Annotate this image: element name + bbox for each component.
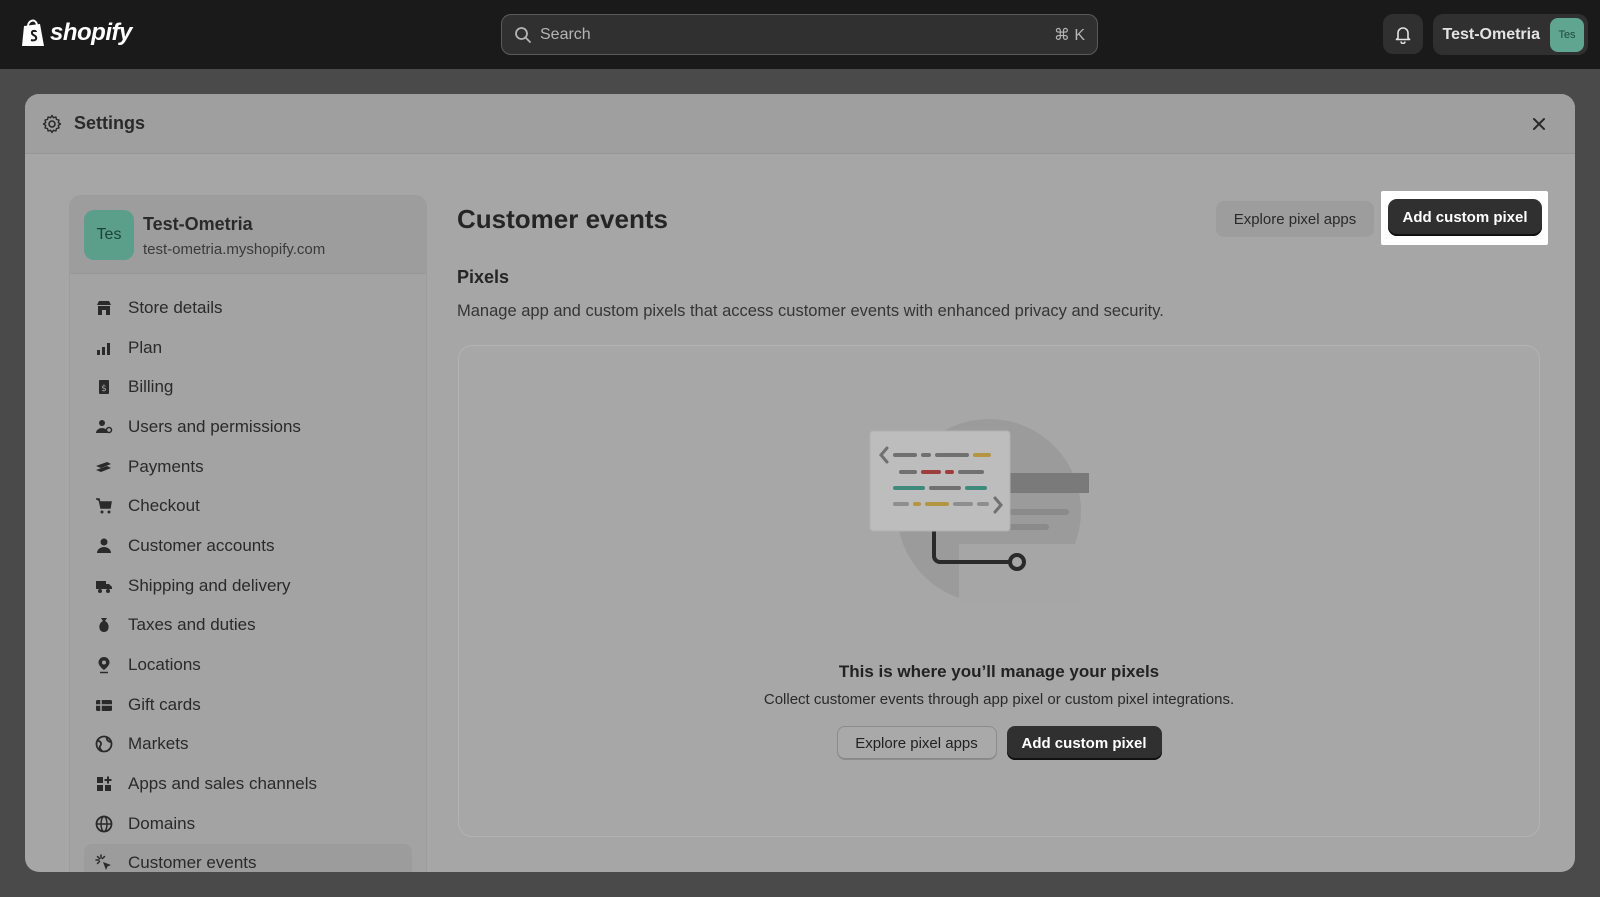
sidebar-item-label: Gift cards — [128, 694, 201, 714]
sidebar-item-label: Locations — [128, 655, 201, 675]
cursor-click-icon — [94, 853, 114, 872]
billing-icon: $ — [94, 377, 114, 397]
sidebar-item-label: Shipping and delivery — [128, 575, 291, 595]
pixels-section-description: Manage app and custom pixels that access… — [457, 302, 1164, 320]
location-pin-icon — [94, 655, 114, 675]
store-domain: test-ometria.myshopify.com — [143, 241, 326, 258]
person-icon — [94, 536, 114, 556]
notifications-button[interactable] — [1383, 14, 1423, 54]
search-shortcut: ⌘ K — [1053, 26, 1085, 44]
sidebar-item-markets[interactable]: Markets — [84, 725, 412, 765]
sidebar-item-gift-cards[interactable]: Gift cards — [84, 685, 412, 725]
sidebar-item-label: Payments — [128, 456, 204, 476]
empty-explore-pixel-apps-button[interactable]: Explore pixel apps — [836, 726, 997, 760]
settings-title: Settings — [74, 113, 146, 133]
explore-pixel-apps-button[interactable]: Explore pixel apps — [1216, 201, 1374, 237]
cart-icon — [94, 496, 114, 516]
sidebar-item-store-details[interactable]: Store details — [84, 288, 412, 328]
sidebar-item-shipping[interactable]: Shipping and delivery — [84, 566, 412, 606]
settings-nav: Store details Plan $ Billing Users and p… — [84, 288, 412, 872]
domains-icon — [94, 814, 114, 834]
sidebar-item-users[interactable]: Users and permissions — [84, 407, 412, 447]
empty-state-actions: Explore pixel apps Add custom pixel — [459, 726, 1539, 760]
page-title: Customer events — [457, 204, 668, 234]
sidebar-item-payments[interactable]: Payments — [84, 447, 412, 487]
empty-state-card: This is where you’ll manage your pixels … — [458, 345, 1540, 837]
sidebar-item-billing[interactable]: $ Billing — [84, 367, 412, 407]
sidebar-item-label: Users and permissions — [128, 416, 301, 436]
add-custom-pixel-button[interactable]: Add custom pixel — [1388, 199, 1542, 236]
gear-icon — [42, 114, 62, 133]
sidebar-item-customer-events[interactable]: Customer events — [84, 843, 412, 872]
top-bar: shopify ⌘ K Test-Ometria Tes — [0, 0, 1600, 69]
account-avatar: Tes — [1550, 17, 1584, 52]
bell-icon — [1395, 27, 1411, 44]
apps-icon — [94, 774, 114, 794]
pixels-section-title: Pixels — [457, 267, 510, 287]
globe-icon — [94, 734, 114, 754]
account-menu[interactable]: Test-Ometria Tes — [1433, 14, 1588, 55]
sidebar-item-label: Domains — [128, 813, 196, 833]
gift-card-icon — [94, 695, 114, 715]
sidebar-item-checkout[interactable]: Checkout — [84, 486, 412, 526]
sidebar-item-locations[interactable]: Locations — [84, 645, 412, 685]
svg-text:$: $ — [101, 384, 107, 394]
settings-modal: Settings Tes Test-Ometria test-ometria.m… — [25, 94, 1575, 872]
shopify-logo[interactable]: shopify — [20, 18, 132, 48]
users-icon — [94, 417, 114, 437]
store-card[interactable]: Tes Test-Ometria test-ometria.myshopify.… — [70, 196, 426, 274]
close-button[interactable] — [1527, 112, 1551, 136]
sidebar-item-label: Billing — [128, 377, 174, 397]
sidebar-item-plan[interactable]: Plan — [84, 328, 412, 368]
sidebar-item-taxes[interactable]: Taxes and duties — [84, 606, 412, 646]
payments-icon — [94, 457, 114, 477]
sidebar-item-label: Plan — [128, 337, 163, 357]
sidebar-item-label: Checkout — [128, 496, 200, 516]
truck-icon — [94, 576, 114, 596]
sidebar-item-domains[interactable]: Domains — [84, 804, 412, 844]
store-avatar: Tes — [84, 210, 134, 260]
pixels-illustration — [869, 419, 1089, 604]
empty-add-custom-pixel-button[interactable]: Add custom pixel — [1006, 726, 1162, 760]
logo-text: shopify — [50, 19, 132, 46]
settings-sidebar: Tes Test-Ometria test-ometria.myshopify.… — [69, 195, 427, 872]
sidebar-item-label: Markets — [128, 734, 189, 754]
shopify-bag-icon — [22, 19, 44, 46]
sidebar-item-label: Customer accounts — [128, 535, 275, 555]
empty-state-title: This is where you’ll manage your pixels — [838, 662, 1160, 681]
sidebar-item-label: Apps and sales channels — [128, 774, 318, 794]
close-icon — [1533, 118, 1545, 130]
store-icon — [94, 298, 114, 318]
sidebar-item-label: Customer events — [128, 853, 257, 872]
sidebar-item-label: Store details — [128, 297, 223, 317]
search-icon — [515, 26, 531, 43]
empty-state-description: Collect customer events through app pixe… — [763, 691, 1235, 708]
account-name: Test-Ometria — [1442, 25, 1540, 43]
sidebar-item-apps[interactable]: Apps and sales channels — [84, 764, 412, 804]
taxes-icon — [94, 615, 114, 635]
sidebar-item-customer-accounts[interactable]: Customer accounts — [84, 526, 412, 566]
settings-header: Settings — [25, 94, 1575, 154]
sidebar-item-label: Taxes and duties — [128, 615, 256, 635]
search-input[interactable] — [540, 25, 1054, 44]
plan-icon — [94, 338, 114, 358]
search-bar[interactable]: ⌘ K — [501, 14, 1098, 55]
store-name: Test-Ometria — [143, 214, 253, 234]
